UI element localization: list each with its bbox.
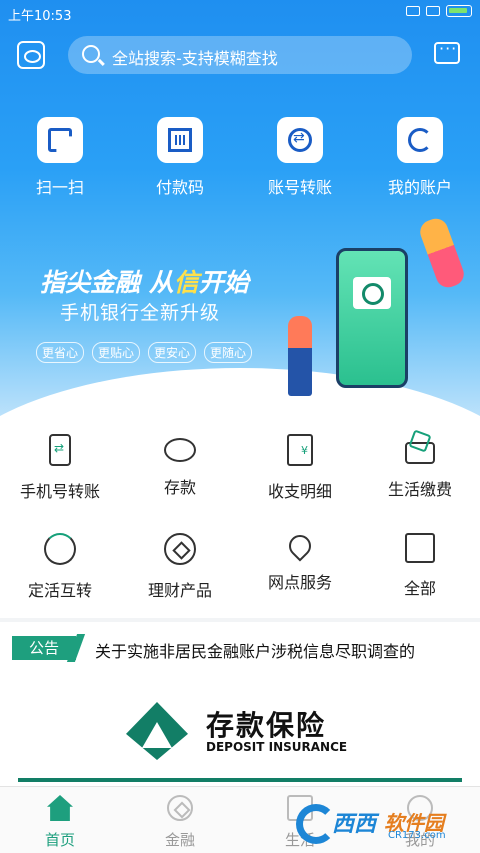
top-bar: 全站搜索-支持模糊查找 <box>0 36 480 76</box>
bank-logo-icon[interactable] <box>17 41 45 69</box>
map-pin-icon <box>284 530 316 562</box>
quick-action-payment-code[interactable]: 付款码 <box>120 117 240 198</box>
tab-label: 首页 <box>44 831 75 849</box>
bank-logo-icon <box>353 277 391 309</box>
menu-item-phone-transfer[interactable]: 手机号转账 <box>0 420 120 519</box>
tab-label: 金融 <box>164 831 195 849</box>
menu-item-fixed-current-swap[interactable]: 定活互转 <box>0 519 120 618</box>
quick-action-transfer[interactable]: 账号转账 <box>240 117 360 198</box>
menu-item-life-payment[interactable]: 生活缴费 <box>360 420 480 519</box>
watermark: 西西 软件园 CR173.com <box>296 800 472 846</box>
menu-item-finance-products[interactable]: 理财产品 <box>120 519 240 618</box>
finance-icon <box>164 533 196 565</box>
wifi-icon <box>406 6 420 16</box>
watermark-logo-icon <box>296 804 336 844</box>
quick-action-scan[interactable]: 扫一扫 <box>0 117 120 198</box>
banner-tag: 更随心 <box>204 342 253 363</box>
swap-icon <box>44 533 76 565</box>
grid-icon <box>405 533 435 563</box>
menu-item-label: 生活缴费 <box>387 480 452 499</box>
menu-item-label: 网点服务 <box>267 573 332 592</box>
menu-item-all[interactable]: 全部 <box>360 519 480 618</box>
home-icon <box>47 795 73 821</box>
search-placeholder: 全站搜索-支持模糊查找 <box>112 49 278 68</box>
tab-finance[interactable]: 金融 <box>120 787 240 853</box>
menu-item-branch-service[interactable]: 网点服务 <box>240 519 360 618</box>
transfer-icon <box>277 117 323 163</box>
quick-action-account[interactable]: 我的账户 <box>360 117 480 198</box>
payment-code-icon <box>157 117 203 163</box>
banner-person-illustration <box>416 215 468 291</box>
divider <box>18 778 462 782</box>
banner-tags: 更省心 更贴心 更安心 更随心 <box>36 342 253 363</box>
life-payment-icon <box>405 442 435 464</box>
message-icon[interactable] <box>434 39 460 64</box>
deposit-insurance-subtitle: DEPOSIT INSURANCE <box>206 740 348 754</box>
watermark-url: CR173.com <box>388 830 446 841</box>
quick-actions: 扫一扫 付款码 账号转账 我的账户 <box>0 117 480 198</box>
account-icon <box>397 117 443 163</box>
menu-item-statement[interactable]: 收支明细 <box>240 420 360 519</box>
battery-icon <box>446 5 472 17</box>
banner-title: 指尖金融 从信开始 <box>40 268 249 297</box>
bill-icon <box>287 434 313 466</box>
deposit-insurance-banner[interactable]: 存款保险 DEPOSIT INSURANCE <box>0 674 480 786</box>
quick-action-label: 我的账户 <box>387 178 452 197</box>
notice-text: 关于实施非居民金融账户涉税信息尽职调查的 <box>95 642 416 661</box>
banner-tag: 更省心 <box>36 342 85 363</box>
finance-tab-icon <box>167 795 193 821</box>
tab-home[interactable]: 首页 <box>0 787 120 853</box>
function-menu: 手机号转账 存款 收支明细 生活缴费 定活互转 理财产品 网点服务 <box>0 420 480 618</box>
menu-item-deposit[interactable]: 存款 <box>120 420 240 519</box>
deposit-insurance-logo <box>126 702 188 760</box>
notice-bar[interactable]: 公告 关于实施非居民金融账户涉税信息尽职调查的 <box>0 622 480 674</box>
banner-subtitle: 手机银行全新升级 <box>60 302 221 324</box>
menu-item-label: 定活互转 <box>27 581 92 600</box>
piggy-bank-icon <box>164 438 196 462</box>
search-icon <box>82 45 100 63</box>
menu-item-label: 理财产品 <box>147 581 212 600</box>
promo-banner[interactable]: 指尖金融 从信开始 手机银行全新升级 更省心 更贴心 更安心 更随心 <box>0 215 480 398</box>
notice-tag: 公告 <box>12 636 76 660</box>
quick-action-label: 扫一扫 <box>35 178 84 197</box>
banner-tag: 更安心 <box>148 342 197 363</box>
banner-tag: 更贴心 <box>92 342 141 363</box>
menu-item-label: 手机号转账 <box>19 482 100 501</box>
banner-title-highlight: 信 <box>173 268 199 297</box>
quick-action-label: 付款码 <box>155 178 204 197</box>
status-time: 上午10:53 <box>8 9 72 24</box>
menu-item-label: 收支明细 <box>267 482 332 501</box>
quick-action-label: 账号转账 <box>267 178 332 197</box>
status-icons <box>406 5 472 17</box>
scan-icon <box>37 117 83 163</box>
menu-item-label: 全部 <box>403 579 436 598</box>
phone-transfer-icon <box>49 434 71 466</box>
deposit-insurance-title: 存款保险 <box>206 709 327 742</box>
banner-phone-illustration <box>336 248 408 388</box>
status-bar: 上午10:53 <box>0 0 480 26</box>
banner-person-illustration <box>288 316 312 396</box>
signal-icon <box>426 6 440 16</box>
search-input[interactable]: 全站搜索-支持模糊查找 <box>68 36 412 74</box>
watermark-brand: 西西 <box>332 812 377 837</box>
menu-item-label: 存款 <box>163 478 196 497</box>
